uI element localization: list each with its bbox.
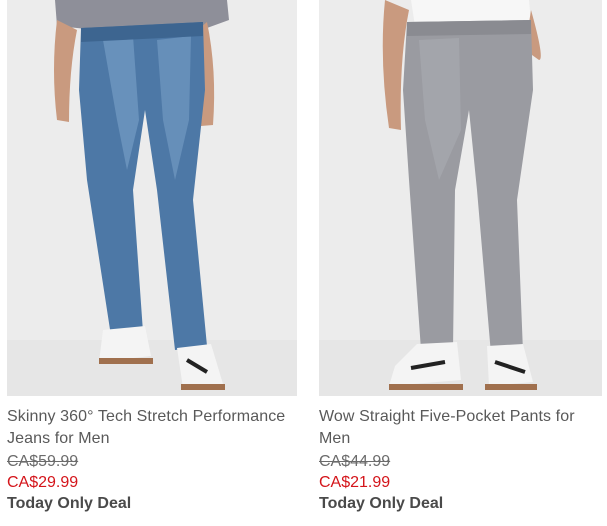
product-title[interactable]: Skinny 360° Tech Stretch Performance Jea… bbox=[7, 406, 297, 450]
product-card[interactable]: Wow Straight Five-Pocket Pants for Men C… bbox=[319, 0, 602, 515]
promo-label: Today Only Deal bbox=[7, 495, 132, 512]
original-price: CA$59.99 bbox=[7, 453, 79, 470]
product-card[interactable]: Skinny 360° Tech Stretch Performance Jea… bbox=[7, 0, 297, 515]
sale-price: CA$29.99 bbox=[7, 474, 79, 491]
product-image-jeans[interactable] bbox=[7, 0, 297, 396]
jeans-illustration bbox=[7, 0, 297, 396]
promo-label: Today Only Deal bbox=[319, 495, 444, 512]
original-price: CA$44.99 bbox=[319, 453, 391, 470]
pants-illustration bbox=[319, 0, 602, 396]
sale-price: CA$21.99 bbox=[319, 474, 391, 491]
product-image-pants[interactable] bbox=[319, 0, 602, 396]
product-title[interactable]: Wow Straight Five-Pocket Pants for Men bbox=[319, 406, 602, 450]
